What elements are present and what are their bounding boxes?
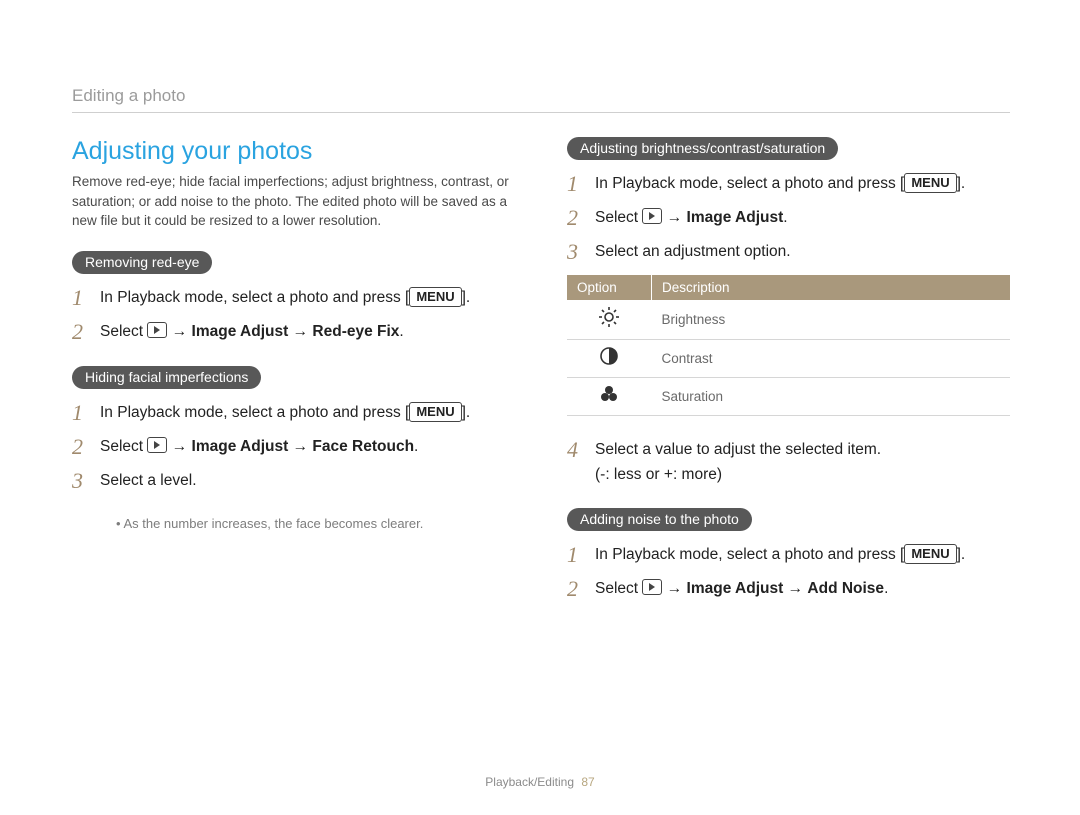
step-number: 4 bbox=[567, 438, 595, 462]
step-text: In Playback mode, select a photo and pre… bbox=[595, 543, 1010, 566]
select-label: Select bbox=[100, 438, 143, 455]
arrow-icon: → bbox=[293, 438, 309, 455]
step-number: 3 bbox=[72, 469, 100, 493]
arrow-icon: → bbox=[172, 323, 188, 340]
step-number: 2 bbox=[72, 435, 100, 459]
facial-note: As the number increases, the face become… bbox=[116, 516, 515, 531]
step1-suffix: ]. bbox=[957, 175, 966, 192]
arrow-icon: → bbox=[293, 323, 309, 340]
select-label: Select bbox=[595, 209, 638, 226]
arrow-icon: → bbox=[667, 580, 683, 597]
step-number: 1 bbox=[567, 172, 595, 196]
path-image-adjust: Image Adjust bbox=[687, 209, 784, 226]
step-text: Select → Image Adjust → Face Retouch. bbox=[100, 435, 515, 458]
select-label: Select bbox=[100, 323, 143, 340]
play-icon bbox=[642, 579, 662, 595]
step1-suffix: ]. bbox=[462, 404, 471, 421]
step-text: Select → Image Adjust → Add Noise. bbox=[595, 577, 1010, 600]
td-label: Contrast bbox=[652, 339, 1011, 377]
th-description: Description bbox=[652, 275, 1011, 300]
arrow-icon: → bbox=[172, 438, 188, 455]
breadcrumb: Editing a photo bbox=[72, 86, 1010, 113]
th-option: Option bbox=[567, 275, 652, 300]
menu-icon: MENU bbox=[904, 173, 956, 193]
steps-noise: 1 In Playback mode, select a photo and p… bbox=[567, 543, 1010, 601]
right-column: Adjusting brightness/contrast/saturation… bbox=[567, 137, 1010, 623]
step-number: 1 bbox=[72, 401, 100, 425]
page-number: 87 bbox=[581, 775, 594, 789]
step-text: Select a value to adjust the selected it… bbox=[595, 438, 1010, 487]
contrast-icon bbox=[567, 339, 652, 377]
step-number: 2 bbox=[72, 320, 100, 344]
path-face-retouch: Face Retouch bbox=[312, 438, 414, 455]
page-footer: Playback/Editing 87 bbox=[0, 775, 1080, 789]
path-image-adjust: Image Adjust bbox=[192, 323, 289, 340]
table-row: Saturation bbox=[567, 377, 1010, 415]
step-text: Select → Image Adjust → Red-eye Fix. bbox=[100, 320, 515, 343]
path-image-adjust: Image Adjust bbox=[687, 580, 784, 597]
path-redeye-fix: Red-eye Fix bbox=[312, 323, 399, 340]
step-number: 2 bbox=[567, 206, 595, 230]
brightness-icon bbox=[567, 300, 652, 340]
menu-icon: MENU bbox=[409, 287, 461, 307]
step-number: 1 bbox=[567, 543, 595, 567]
play-icon bbox=[147, 437, 167, 453]
step-text: In Playback mode, select a photo and pre… bbox=[595, 172, 1010, 195]
options-table: Option Description Brightness bbox=[567, 275, 1010, 416]
step-text: Select → Image Adjust. bbox=[595, 206, 1010, 229]
step-number: 2 bbox=[567, 577, 595, 601]
td-label: Brightness bbox=[652, 300, 1011, 340]
section-heading-noise: Adding noise to the photo bbox=[567, 508, 752, 531]
menu-icon: MENU bbox=[904, 544, 956, 564]
steps-redeye: 1 In Playback mode, select a photo and p… bbox=[72, 286, 515, 344]
step-text: Select a level. bbox=[100, 469, 515, 492]
step-number: 3 bbox=[567, 240, 595, 264]
td-label: Saturation bbox=[652, 377, 1011, 415]
select-label: Select bbox=[595, 580, 638, 597]
step1-suffix: ]. bbox=[957, 546, 966, 563]
left-column: Adjusting your photos Remove red-eye; hi… bbox=[72, 137, 515, 623]
path-image-adjust: Image Adjust bbox=[192, 438, 289, 455]
section-heading-bcs: Adjusting brightness/contrast/saturation bbox=[567, 137, 838, 160]
footer-section: Playback/Editing bbox=[485, 775, 574, 789]
step-text: Select an adjustment option. bbox=[595, 240, 1010, 263]
step1-prefix: In Playback mode, select a photo and pre… bbox=[595, 546, 904, 563]
steps-bcs: 1 In Playback mode, select a photo and p… bbox=[567, 172, 1010, 265]
page-title: Adjusting your photos bbox=[72, 137, 515, 166]
step1-prefix: In Playback mode, select a photo and pre… bbox=[595, 175, 904, 192]
saturation-icon bbox=[567, 377, 652, 415]
step-number: 1 bbox=[72, 286, 100, 310]
two-column-layout: Adjusting your photos Remove red-eye; hi… bbox=[72, 137, 1010, 623]
arrow-icon: → bbox=[788, 580, 804, 597]
steps-facial: 1 In Playback mode, select a photo and p… bbox=[72, 401, 515, 494]
section-heading-facial: Hiding facial imperfections bbox=[72, 366, 261, 389]
step1-prefix: In Playback mode, select a photo and pre… bbox=[100, 404, 409, 421]
table-row: Brightness bbox=[567, 300, 1010, 340]
intro-text: Remove red-eye; hide facial imperfection… bbox=[72, 172, 515, 231]
step4-text: Select a value to adjust the selected it… bbox=[595, 441, 881, 458]
menu-icon: MENU bbox=[409, 402, 461, 422]
step1-suffix: ]. bbox=[462, 289, 471, 306]
path-add-noise: Add Noise bbox=[807, 580, 884, 597]
play-icon bbox=[147, 322, 167, 338]
manual-page: Editing a photo Adjusting your photos Re… bbox=[0, 0, 1080, 815]
step1-prefix: In Playback mode, select a photo and pre… bbox=[100, 289, 409, 306]
table-row: Contrast bbox=[567, 339, 1010, 377]
play-icon bbox=[642, 208, 662, 224]
step-text: In Playback mode, select a photo and pre… bbox=[100, 286, 515, 309]
step4-subtext: (-: less or +: more) bbox=[595, 463, 1010, 486]
section-heading-redeye: Removing red-eye bbox=[72, 251, 212, 274]
step-text: In Playback mode, select a photo and pre… bbox=[100, 401, 515, 424]
arrow-icon: → bbox=[667, 209, 683, 226]
steps-bcs-cont: 4 Select a value to adjust the selected … bbox=[567, 438, 1010, 487]
